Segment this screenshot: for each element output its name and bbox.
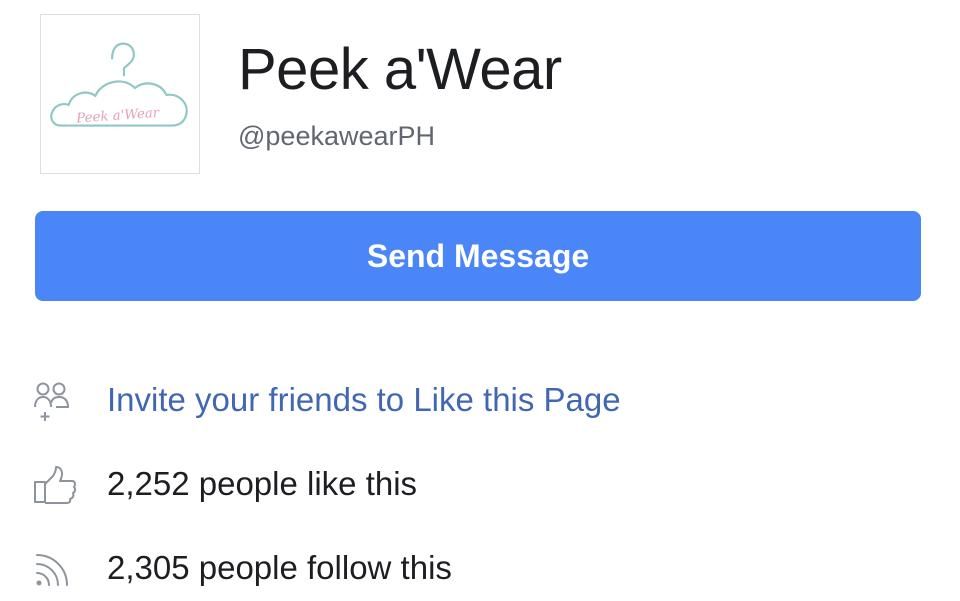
likes-count: 2,252 people like this — [107, 465, 418, 502]
hanger-logo: Peek a'Wear — [50, 42, 188, 127]
likes-row: 2,252 people like this — [0, 439, 960, 523]
send-message-button[interactable]: Send Message — [35, 211, 921, 301]
invite-friends-row[interactable]: Invite your friends to Like this Page — [0, 355, 960, 439]
invite-friends-link[interactable]: Invite your friends to Like this Page — [107, 379, 621, 421]
rss-icon — [32, 549, 78, 589]
logo-text: Peek a'Wear — [75, 106, 161, 127]
follows-count: 2,305 people follow this — [107, 549, 452, 586]
page-handle: @peekawearPH — [238, 121, 436, 151]
follows-row: 2,305 people follow this — [0, 523, 960, 601]
page-avatar[interactable]: Peek a'Wear — [40, 14, 200, 174]
page-info-list: Invite your friends to Like this Page 2,… — [0, 355, 960, 601]
thumbs-up-icon — [32, 465, 78, 505]
page-title: Peek a'Wear — [238, 37, 562, 102]
page-header: Peek a'Wear Peek a'Wear @peekawearPH — [0, 0, 960, 190]
invite-friends-icon — [32, 381, 78, 421]
page-root: Peek a'Wear Peek a'Wear @peekawearPH Sen… — [0, 0, 960, 601]
